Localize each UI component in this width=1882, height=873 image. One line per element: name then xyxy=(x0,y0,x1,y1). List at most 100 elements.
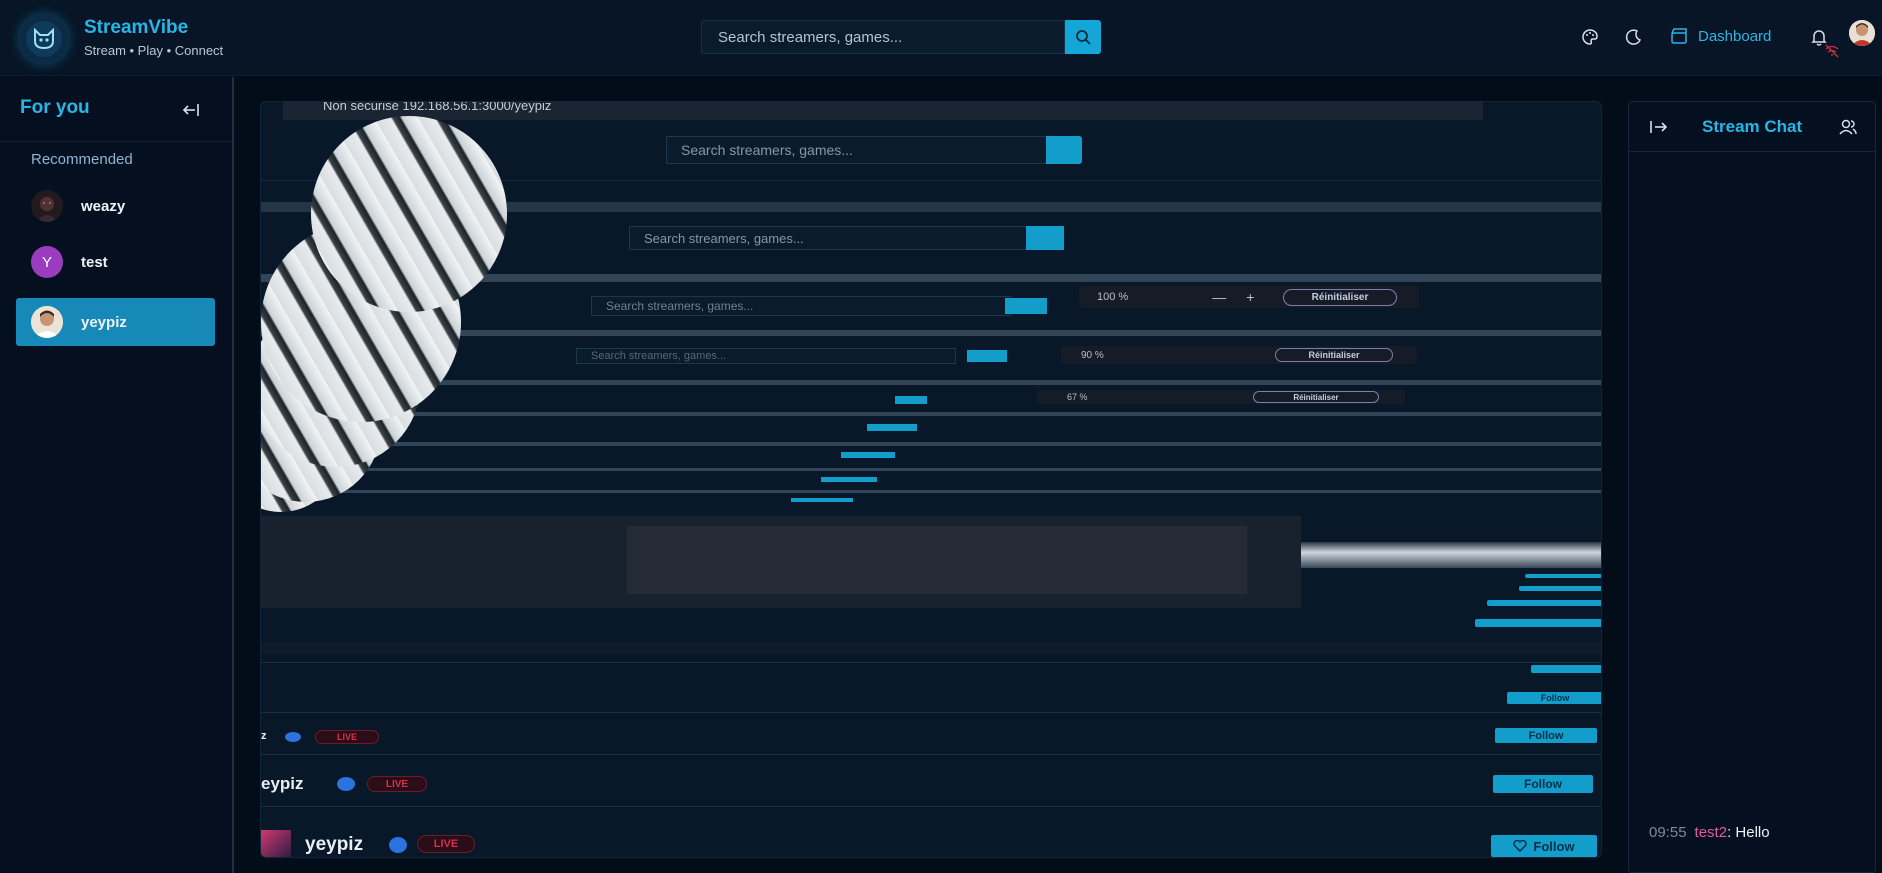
capture-bar-9 xyxy=(261,490,1601,493)
avatar: Y xyxy=(31,246,63,278)
captured-row-1 xyxy=(261,642,1601,654)
captured-search-input-3: Search streamers, games... xyxy=(591,296,1011,316)
moon-icon[interactable] xyxy=(1623,26,1645,48)
zoom-in-glyph: + xyxy=(1246,289,1255,305)
zoom-level-text-2: 90 % xyxy=(1081,349,1104,361)
captured-follow-label-8: Follow xyxy=(1528,729,1564,742)
chat-message: 09:55 test2: Hello xyxy=(1649,824,1770,841)
captured-search-button-4 xyxy=(967,350,1007,362)
sidebar-item-label: weazy xyxy=(81,197,126,215)
sidebar-item-label: test xyxy=(81,253,108,271)
captured-search-input: Search streamers, games... xyxy=(666,136,1054,164)
heart-icon xyxy=(1513,840,1528,852)
user-avatar[interactable] xyxy=(1849,20,1875,46)
capture-bar-4 xyxy=(261,330,1601,336)
verified-icon xyxy=(389,837,407,853)
captured-divider-3 xyxy=(261,754,1601,755)
captured-follow-label-7: Follow xyxy=(1540,693,1570,703)
captured-search-text-4: Search streamers, games... xyxy=(591,350,727,362)
search-bar xyxy=(701,20,1101,54)
captured-search-button-7 xyxy=(841,452,895,458)
captured-verified-icon-1 xyxy=(285,732,301,742)
chat-message-user[interactable]: test2 xyxy=(1695,824,1728,841)
chat-header: Stream Chat xyxy=(1629,102,1875,152)
capture-bar-8 xyxy=(261,468,1601,471)
captured-divider-1 xyxy=(261,662,1601,663)
zoom-level-text-3: 67 % xyxy=(1067,392,1088,402)
live-label-3: LIVE xyxy=(433,838,459,850)
dashboard-link[interactable]: Dashboard xyxy=(1670,27,1771,45)
palette-icon[interactable] xyxy=(1579,26,1601,48)
sidebar-item-weazy[interactable]: weazy xyxy=(16,182,215,230)
captured-follow-6 xyxy=(1531,665,1601,673)
wifi-off-icon xyxy=(1824,44,1840,58)
captured-search-text: Search streamers, games... xyxy=(681,142,853,158)
capture-bar-5 xyxy=(261,380,1601,385)
captured-follow-9: Follow xyxy=(1493,775,1593,793)
users-icon[interactable] xyxy=(1839,118,1857,141)
captured-search-button-8 xyxy=(821,477,877,482)
captured-reset-button-3: Réinitialiser xyxy=(1253,391,1379,403)
capture-bar-7 xyxy=(261,442,1601,446)
brand-title[interactable]: StreamVibe xyxy=(84,17,188,39)
captured-modal xyxy=(627,526,1247,594)
captured-search-button-2 xyxy=(1026,226,1064,250)
sidebar-item-yeypiz[interactable]: yeypiz xyxy=(16,298,215,346)
captured-streamer-name-2: eypiz xyxy=(261,774,304,793)
streamvibe-logo[interactable] xyxy=(20,15,68,63)
captured-follow-1 xyxy=(1525,574,1601,578)
clapperboard-icon xyxy=(1671,28,1687,44)
recommended-label: Recommended xyxy=(31,151,133,168)
captured-divider-2 xyxy=(261,712,1601,713)
dashboard-label: Dashboard xyxy=(1698,27,1772,45)
sidebar-divider xyxy=(0,141,232,142)
sidebar: For you Recommended weazy Y test yeypiz xyxy=(0,77,234,873)
stream-video-player[interactable]: Non sécurisé 192.168.56.1:3000/yeypiz Se… xyxy=(260,101,1602,858)
collapse-sidebar-icon[interactable] xyxy=(180,101,202,119)
brand-subtitle: Stream • Play • Connect xyxy=(84,43,224,58)
browser-url-text: Non sécurisé 192.168.56.1:3000/yeypiz xyxy=(323,101,552,113)
captured-search-button-3 xyxy=(1005,298,1047,314)
captured-search-button xyxy=(1046,136,1082,164)
captured-search-text-2: Search streamers, games... xyxy=(644,230,804,246)
live-label-1: LIVE xyxy=(336,732,357,742)
chat-message-time: 09:55 xyxy=(1649,824,1687,841)
search-input[interactable] xyxy=(701,20,1065,54)
captured-reset-button-2: Réinitialiser xyxy=(1275,348,1393,362)
captured-follow-2 xyxy=(1519,586,1601,591)
browser-bar-capture: Non sécurisé 192.168.56.1:3000/yeypiz xyxy=(283,102,1483,120)
captured-search-text-3: Search streamers, games... xyxy=(606,299,754,313)
capture-bar-6 xyxy=(261,412,1601,416)
reset-label-2: Réinitialiser xyxy=(1308,350,1360,360)
zoom-out-glyph: — xyxy=(1212,289,1227,305)
captured-divider-4 xyxy=(261,806,1601,807)
search-button[interactable] xyxy=(1065,20,1101,54)
captured-search-button-6 xyxy=(867,424,917,431)
captured-follow-label: Follow xyxy=(1533,838,1575,854)
avatar xyxy=(31,190,63,222)
captured-search-button-9 xyxy=(791,498,853,502)
captured-streamer-name-1: z xyxy=(261,730,267,742)
captured-follow-button: Follow xyxy=(1491,835,1597,857)
collapse-chat-icon[interactable] xyxy=(1649,118,1669,141)
captured-follow-8: Follow xyxy=(1495,728,1597,743)
captured-streamer-name-3: yeypiz xyxy=(305,834,364,855)
reset-label: Réinitialiser xyxy=(1311,292,1369,303)
captured-follow-3 xyxy=(1487,600,1601,606)
captured-follow-label-9: Follow xyxy=(1524,777,1562,791)
captured-verified-icon-2 xyxy=(337,777,355,791)
sidebar-item-test[interactable]: Y test xyxy=(16,238,215,286)
camera-sphere-1 xyxy=(311,116,507,312)
captured-live-badge-2: LIVE xyxy=(367,776,427,792)
search-icon xyxy=(1076,30,1091,45)
sidebar-item-label: yeypiz xyxy=(81,313,127,331)
cat-logo-icon xyxy=(26,21,62,57)
captured-avatar-edge xyxy=(261,830,291,857)
captured-follow-4 xyxy=(1475,619,1601,627)
sidebar-title: For you xyxy=(20,97,90,118)
reset-label-3: Réinitialiser xyxy=(1293,392,1339,402)
captured-search-input-4: Search streamers, games... xyxy=(576,348,956,364)
live-label-2: LIVE xyxy=(385,778,409,790)
chat-title: Stream Chat xyxy=(1702,117,1803,136)
captured-search-button-5 xyxy=(895,396,927,404)
